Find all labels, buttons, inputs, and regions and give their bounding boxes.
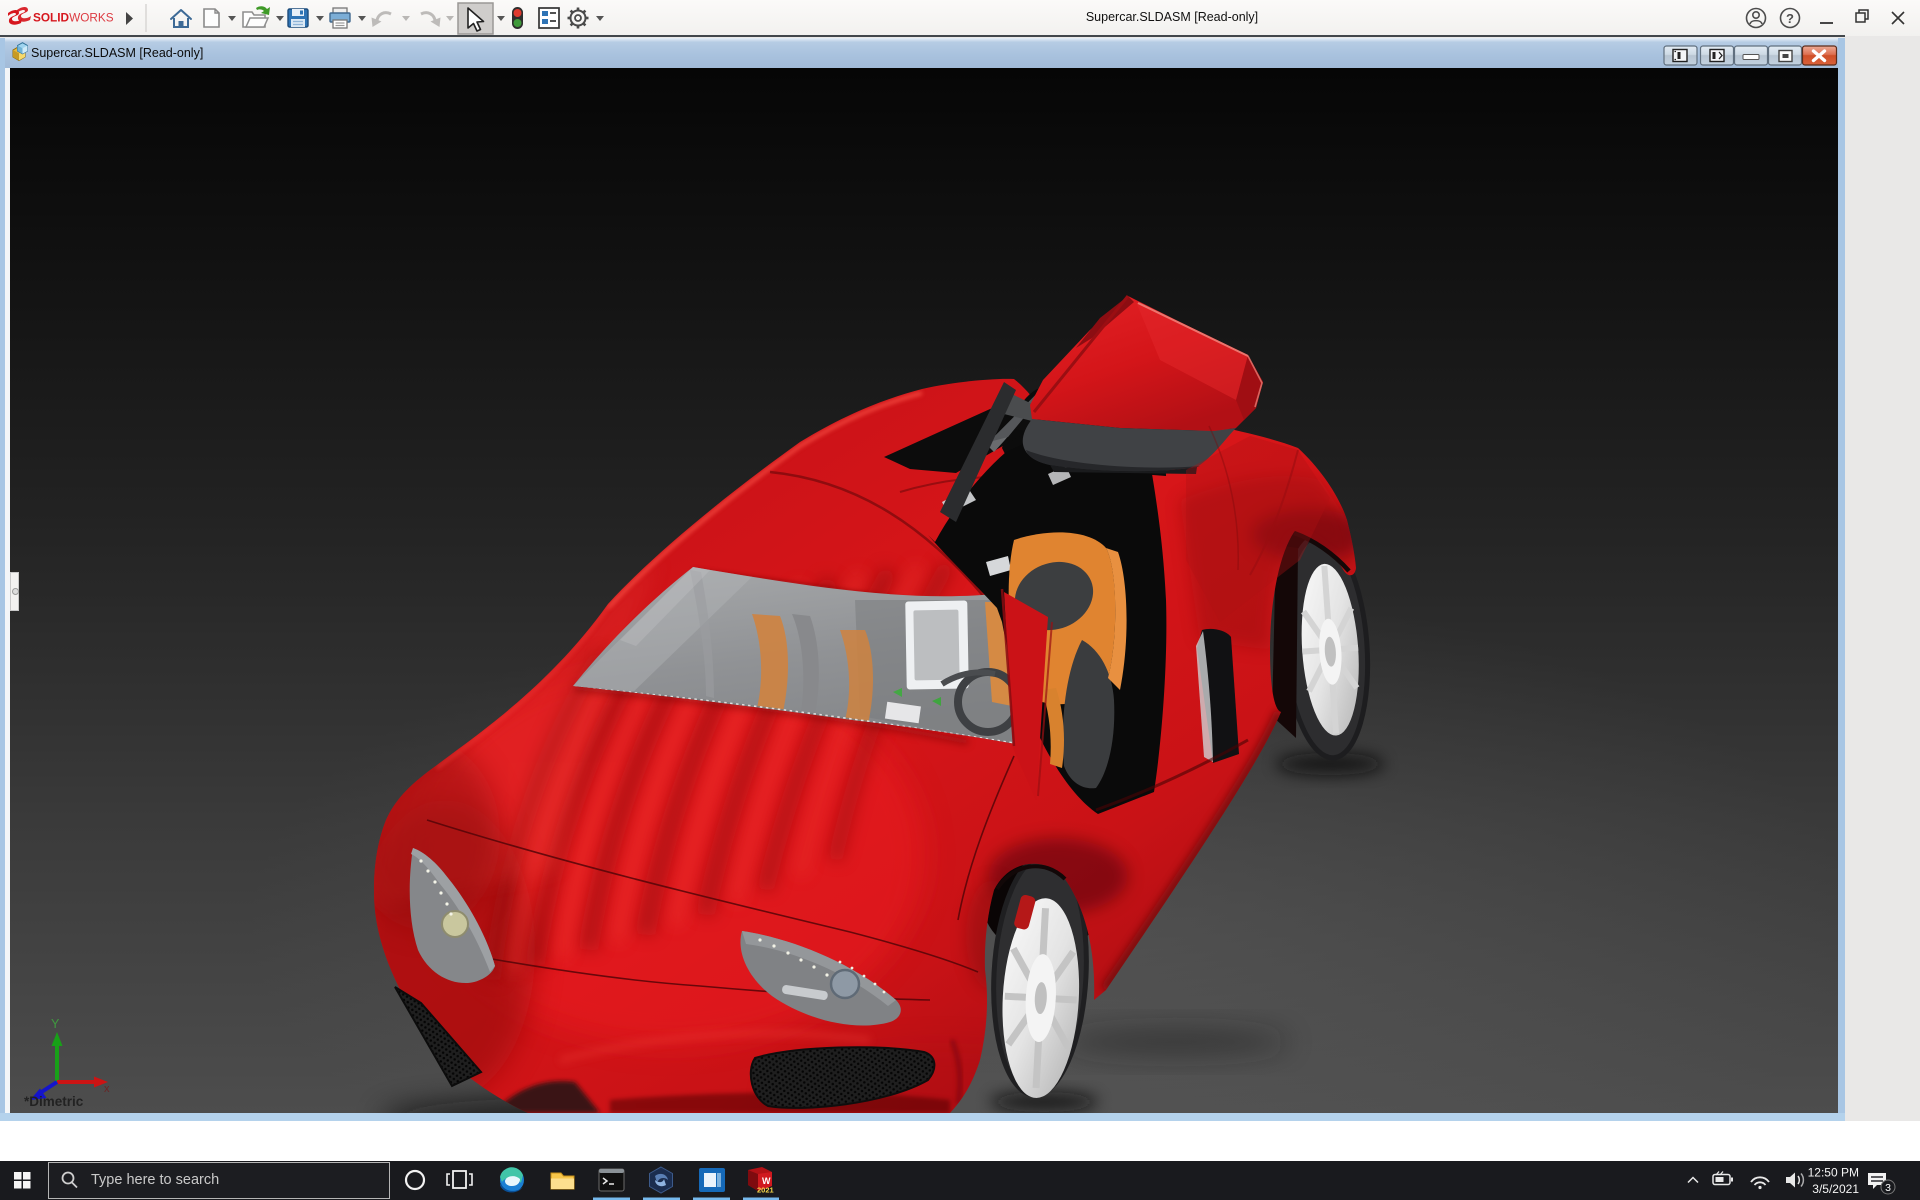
svg-text:W: W: [762, 1176, 771, 1186]
svg-text:12:50 PM: 12:50 PM: [1808, 1166, 1859, 1180]
svg-text:x: x: [104, 1083, 110, 1095]
svg-text:SOLIDWORKS: SOLIDWORKS: [33, 11, 114, 25]
svg-text:?: ?: [1786, 11, 1794, 26]
svg-text:3: 3: [1885, 1182, 1891, 1194]
svg-text:2021: 2021: [757, 1186, 774, 1195]
svg-text:Y: Y: [51, 1017, 60, 1031]
svg-text:3/5/2021: 3/5/2021: [1812, 1182, 1859, 1196]
